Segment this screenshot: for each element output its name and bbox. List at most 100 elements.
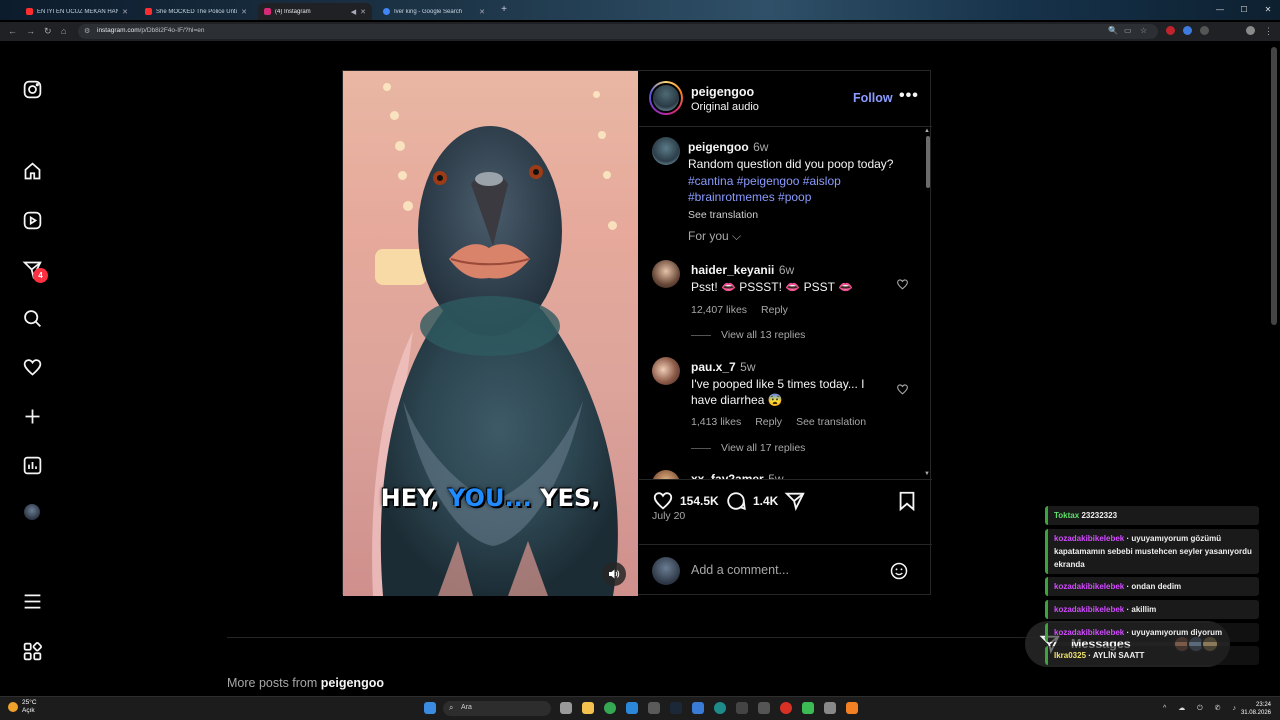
caption-hashtags[interactable]: #cantina #peigengoo #aislop: [688, 174, 908, 190]
like-button[interactable]: 154.5K: [652, 490, 719, 512]
follow-button[interactable]: Follow: [853, 91, 893, 105]
post-date[interactable]: July 20: [652, 510, 685, 522]
windows-start-icon[interactable]: [424, 702, 436, 714]
browser-menu-icon[interactable]: ⋮: [1264, 26, 1273, 37]
address-bar[interactable]: ⚙ instagram.com/p/Db8i2F4o-IF/?hl=en: [78, 24, 1158, 39]
file-explorer-icon[interactable]: [582, 702, 594, 714]
instagram-logo-icon[interactable]: [20, 77, 44, 101]
like-comment-icon[interactable]: [896, 383, 909, 396]
profile-avatar[interactable]: [24, 504, 40, 520]
comments-scrollbar-thumb[interactable]: [926, 136, 930, 188]
caption-hashtags[interactable]: #brainrotmemes #poop: [688, 190, 908, 206]
scroll-down-arrow-icon[interactable]: ▼: [924, 471, 930, 477]
tab-title: EN İYİ EN UCUZ MEKAN HANİ: [37, 8, 119, 15]
home-icon[interactable]: [20, 159, 44, 183]
app-icon[interactable]: [758, 702, 770, 714]
search-icon[interactable]: [20, 306, 44, 330]
caption-username[interactable]: peigengoo: [688, 140, 749, 154]
create-icon[interactable]: [20, 404, 44, 428]
weather-widget[interactable]: 25°C Açık: [8, 699, 37, 715]
extension-icon[interactable]: [1166, 26, 1175, 35]
browser-tab-2[interactable]: She MOCKED The Police Until ✕: [139, 3, 253, 20]
author-username[interactable]: peigengoo: [691, 85, 754, 99]
comments-list[interactable]: peigengoo 6w Random question did you poo…: [639, 128, 932, 479]
add-comment-input[interactable]: Add a comment...: [691, 563, 789, 577]
comment-likes[interactable]: 1,413 likes: [691, 416, 741, 428]
site-info-icon[interactable]: ⚙: [84, 27, 90, 35]
video-caption-overlay: HEY, YOU... YES,: [343, 484, 638, 512]
forward-icon[interactable]: →: [26, 26, 35, 36]
browser-tab-4[interactable]: Iver king - Google Search ✕: [377, 3, 491, 20]
taskbar-search[interactable]: ⌕ Ara: [443, 701, 551, 716]
page-scrollbar[interactable]: [1271, 47, 1277, 325]
author-avatar-story-ring[interactable]: [649, 81, 683, 115]
extension-icon[interactable]: [1183, 26, 1192, 35]
emoji-icon[interactable]: [889, 561, 909, 581]
bookmark-star-icon[interactable]: ☆: [1140, 26, 1147, 35]
like-count[interactable]: 154.5K: [680, 494, 719, 508]
app-icon[interactable]: [802, 702, 814, 714]
taskbar-clock[interactable]: 23:24 31.08.2026: [1241, 701, 1271, 717]
maximize-icon[interactable]: ☐: [1232, 0, 1256, 20]
see-translation-link[interactable]: See translation: [796, 416, 866, 428]
close-tab-icon[interactable]: ✕: [360, 8, 366, 16]
view-replies-link[interactable]: View all 13 replies: [691, 329, 805, 341]
audio-toggle-button[interactable]: [602, 562, 626, 586]
app-icon[interactable]: [648, 702, 660, 714]
profile-avatar[interactable]: [1246, 26, 1255, 35]
browser-tab-instagram[interactable]: (4) Instagram ◀ ✕: [258, 3, 372, 20]
app-icon[interactable]: [736, 702, 748, 714]
edge-icon[interactable]: [714, 702, 726, 714]
caption-author-avatar[interactable]: [652, 137, 680, 165]
app-icon[interactable]: [692, 702, 704, 714]
comment-likes[interactable]: 12,407 likes: [691, 304, 747, 316]
reels-icon[interactable]: [20, 208, 44, 232]
commenter-avatar[interactable]: [652, 470, 680, 479]
home-button-icon[interactable]: ⌂: [61, 26, 66, 36]
zoom-icon[interactable]: 🔍: [1108, 26, 1118, 35]
like-comment-icon[interactable]: [896, 278, 909, 291]
settings-icon[interactable]: [824, 702, 836, 714]
close-window-icon[interactable]: ✕: [1256, 0, 1280, 20]
post-video[interactable]: HEY, YOU... YES,: [343, 71, 638, 596]
reply-link[interactable]: Reply: [755, 416, 782, 428]
obs-icon[interactable]: [780, 702, 792, 714]
see-translation-link[interactable]: See translation: [688, 209, 908, 221]
minimize-icon[interactable]: —: [1208, 0, 1232, 20]
scroll-up-arrow-icon[interactable]: ▲: [924, 128, 930, 134]
dashboard-icon[interactable]: [20, 453, 44, 477]
reply-link[interactable]: Reply: [761, 304, 788, 316]
new-tab-button[interactable]: +: [498, 4, 510, 16]
heart-icon[interactable]: [20, 355, 44, 379]
more-options-icon[interactable]: •••: [899, 87, 919, 105]
threads-icon[interactable]: [20, 639, 44, 663]
close-tab-icon[interactable]: ✕: [241, 8, 247, 16]
comment-button[interactable]: 1.4K: [725, 490, 778, 512]
share-button[interactable]: [784, 490, 806, 512]
mail-icon[interactable]: [626, 702, 638, 714]
comment-username[interactable]: xx_fay2amer: [691, 472, 764, 479]
chrome-icon[interactable]: [604, 702, 616, 714]
commenter-avatar[interactable]: [652, 260, 680, 288]
save-button[interactable]: [896, 490, 918, 512]
steam-icon[interactable]: [670, 702, 682, 714]
close-tab-icon[interactable]: ✕: [479, 8, 485, 16]
comment-username[interactable]: pau.x_7: [691, 360, 736, 374]
commenter-avatar[interactable]: [652, 357, 680, 385]
back-icon[interactable]: ←: [8, 26, 17, 36]
vlc-icon[interactable]: [846, 702, 858, 714]
comment-sort-dropdown[interactable]: For you ⌵: [688, 229, 741, 244]
extensions-puzzle-icon[interactable]: [1200, 26, 1209, 35]
view-replies-link[interactable]: View all 17 replies: [691, 442, 805, 454]
comment-username[interactable]: haider_keyanii: [691, 263, 774, 277]
post-header: peigengoo Original audio Follow •••: [639, 71, 932, 127]
more-posts-username[interactable]: peigengoo: [321, 676, 384, 690]
cast-icon[interactable]: ▭: [1124, 26, 1132, 35]
close-tab-icon[interactable]: ✕: [122, 8, 128, 16]
reload-icon[interactable]: ↻: [44, 26, 52, 37]
audio-label[interactable]: Original audio: [691, 101, 759, 113]
system-tray-icons[interactable]: ^ ☁ ⏻ ✆ ♪: [1163, 704, 1241, 713]
task-view-icon[interactable]: [560, 702, 572, 714]
menu-icon[interactable]: [20, 589, 44, 613]
browser-tab-1[interactable]: EN İYİ EN UCUZ MEKAN HANİ ✕: [20, 3, 134, 20]
